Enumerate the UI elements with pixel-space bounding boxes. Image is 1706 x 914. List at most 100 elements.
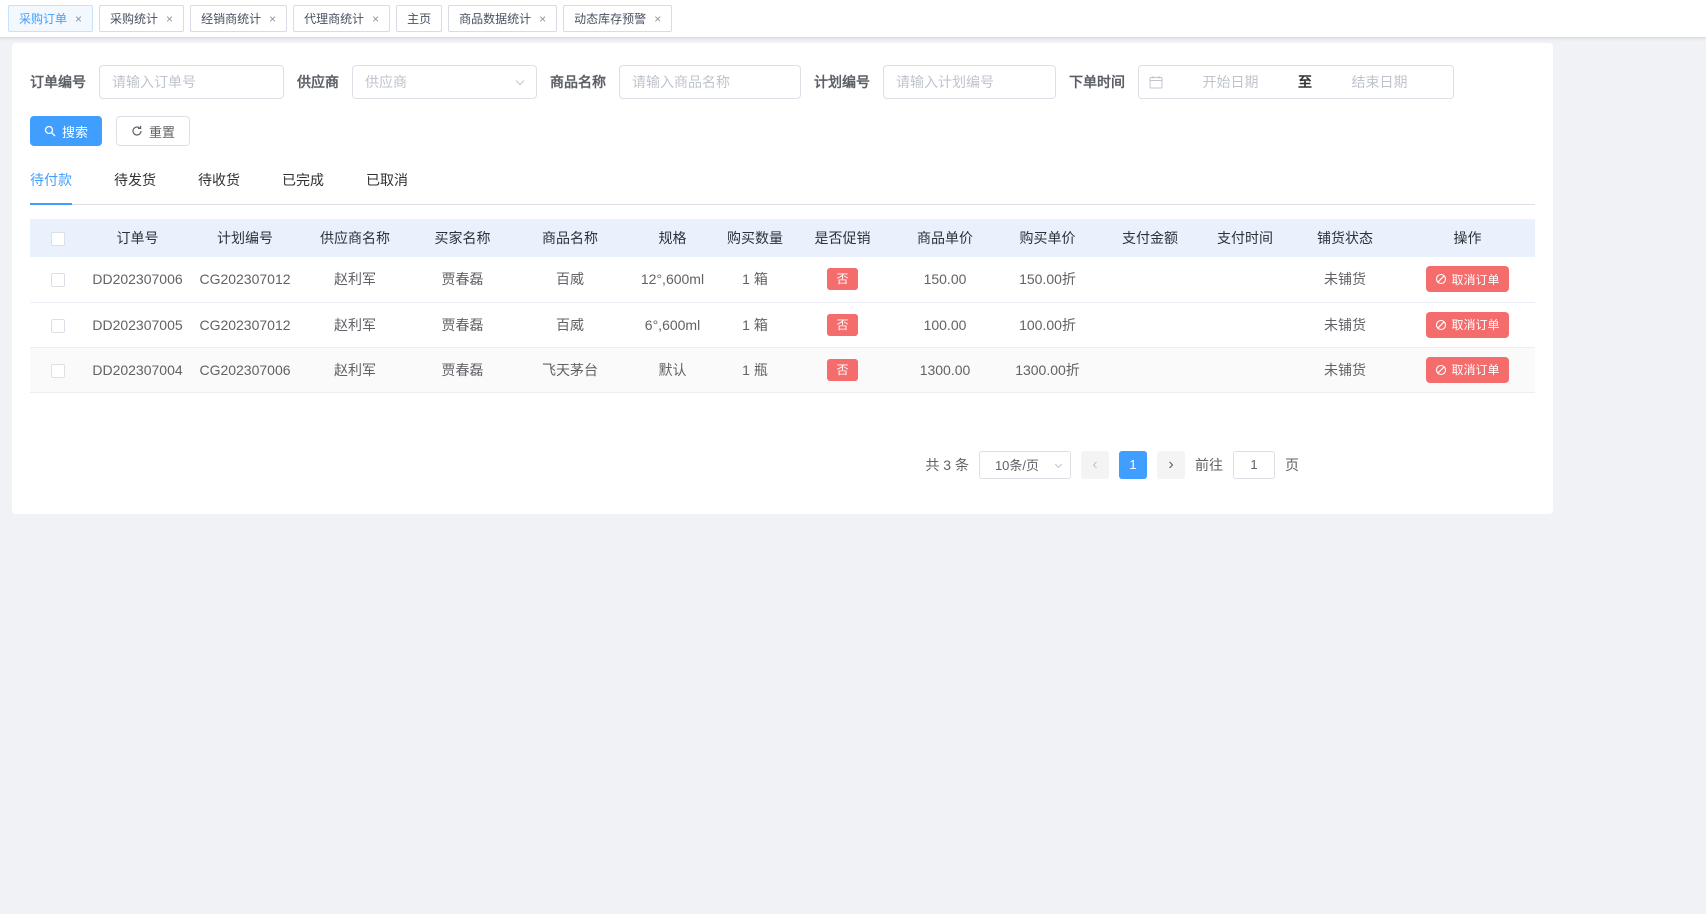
close-icon[interactable]: × [372, 13, 379, 25]
promotion-badge: 否 [827, 359, 857, 381]
tab-pending-payment[interactable]: 待付款 [30, 170, 72, 204]
order-no-label: 订单编号 [30, 72, 86, 92]
cell-checkbox [30, 257, 85, 302]
plan-no-input[interactable] [883, 65, 1056, 99]
cell-pay-amount [1100, 302, 1200, 347]
tab-product-data-stats[interactable]: 商品数据统计 × [448, 5, 557, 32]
cell-buy-price: 150.00折 [995, 257, 1100, 302]
cell-promotion: 否 [790, 257, 895, 302]
tab-cancelled[interactable]: 已取消 [366, 170, 408, 204]
order-no-input[interactable] [99, 65, 284, 99]
cell-qty: 1 箱 [720, 257, 790, 302]
page-number-1[interactable]: 1 [1119, 451, 1147, 479]
cell-checkbox [30, 347, 85, 392]
cell-unit-price: 100.00 [895, 302, 995, 347]
row-checkbox[interactable] [51, 273, 65, 287]
cell-buyer: 贾春磊 [410, 257, 515, 302]
search-icon [44, 125, 56, 137]
cell-supplier: 赵利军 [300, 347, 410, 392]
chevron-down-icon [516, 77, 524, 85]
tab-label: 代理商统计 [304, 10, 364, 27]
tab-label: 商品数据统计 [459, 10, 531, 27]
cell-buyer: 贾春磊 [410, 302, 515, 347]
table-row: DD202307006 CG202307012 赵利军 贾春磊 百威 12°,6… [30, 257, 1535, 302]
cell-order-no: DD202307005 [85, 302, 190, 347]
tab-completed[interactable]: 已完成 [282, 170, 324, 204]
page-size-select[interactable]: 10条/页 [979, 451, 1071, 479]
next-page-button[interactable]: › [1157, 451, 1185, 479]
close-icon[interactable]: × [539, 13, 546, 25]
tab-pending-receipt[interactable]: 待收货 [198, 170, 240, 204]
cell-product: 百威 [515, 257, 625, 302]
cell-pay-time [1200, 257, 1290, 302]
cell-buyer: 贾春磊 [410, 347, 515, 392]
start-date-placeholder[interactable]: 开始日期 [1167, 72, 1294, 92]
select-all-checkbox[interactable] [51, 232, 65, 246]
supplier-select-placeholder: 供应商 [365, 72, 407, 92]
cell-supplier: 赵利军 [300, 257, 410, 302]
cell-product: 百威 [515, 302, 625, 347]
supplier-label: 供应商 [297, 72, 339, 92]
tab-purchase-order[interactable]: 采购订单 × [8, 5, 93, 32]
cell-unit-price: 1300.00 [895, 347, 995, 392]
table-row: DD202307004 CG202307006 赵利军 贾春磊 飞天茅台 默认 … [30, 347, 1535, 392]
end-date-placeholder[interactable]: 结束日期 [1316, 72, 1443, 92]
search-button[interactable]: 搜索 [30, 116, 102, 146]
cell-plan-no: CG202307012 [190, 302, 300, 347]
col-stock-status: 铺货状态 [1290, 219, 1400, 257]
tab-pending-shipment[interactable]: 待发货 [114, 170, 156, 204]
total-count: 共 3 条 [925, 455, 969, 475]
row-checkbox[interactable] [51, 364, 65, 378]
pagination: 共 3 条 10条/页 ‹ 1 › 前往 页 [30, 451, 1535, 479]
calendar-icon [1149, 75, 1163, 89]
table-row: DD202307005 CG202307012 赵利军 贾春磊 百威 6°,60… [30, 302, 1535, 347]
tab-dealer-stats[interactable]: 经销商统计 × [190, 5, 287, 32]
cell-actions: 取消订单 [1400, 302, 1535, 347]
cancel-order-button[interactable]: 取消订单 [1426, 266, 1508, 292]
orders-table: 订单号 计划编号 供应商名称 买家名称 商品名称 规格 购买数量 是否促销 商品… [30, 219, 1535, 393]
cell-buy-price: 100.00折 [995, 302, 1100, 347]
col-unit-price: 商品单价 [895, 219, 995, 257]
refresh-icon [131, 125, 143, 137]
goto-page-input[interactable] [1233, 451, 1275, 479]
tab-label: 动态库存预警 [574, 10, 646, 27]
promotion-badge: 否 [827, 314, 857, 336]
promotion-badge: 否 [827, 268, 857, 290]
order-time-range-picker[interactable]: 开始日期 至 结束日期 [1138, 65, 1454, 99]
close-icon[interactable]: × [654, 13, 661, 25]
prev-page-button[interactable]: ‹ [1081, 451, 1109, 479]
col-pay-amount: 支付金额 [1100, 219, 1200, 257]
product-name-input[interactable] [619, 65, 801, 99]
cell-promotion: 否 [790, 347, 895, 392]
date-range-separator: 至 [1298, 72, 1312, 92]
row-checkbox[interactable] [51, 319, 65, 333]
order-status-tabs: 待付款 待发货 待收货 已完成 已取消 [30, 170, 1535, 205]
tab-purchase-stats[interactable]: 采购统计 × [99, 5, 184, 32]
close-icon[interactable]: × [75, 13, 82, 25]
cell-promotion: 否 [790, 302, 895, 347]
col-pay-time: 支付时间 [1200, 219, 1290, 257]
close-icon[interactable]: × [269, 13, 276, 25]
cell-product: 飞天茅台 [515, 347, 625, 392]
cell-pay-time [1200, 347, 1290, 392]
tab-stock-warning[interactable]: 动态库存预警 × [563, 5, 672, 32]
cancel-icon [1435, 364, 1447, 376]
tab-label: 采购订单 [19, 10, 67, 27]
cancel-order-button[interactable]: 取消订单 [1426, 357, 1508, 383]
tab-home[interactable]: 主页 [396, 5, 442, 32]
supplier-select[interactable]: 供应商 [352, 65, 537, 99]
cell-stock-status: 未铺货 [1290, 257, 1400, 302]
col-promotion: 是否促销 [790, 219, 895, 257]
cell-qty: 1 箱 [720, 302, 790, 347]
tab-agent-stats[interactable]: 代理商统计 × [293, 5, 390, 32]
cell-order-no: DD202307006 [85, 257, 190, 302]
col-buyer-name: 买家名称 [410, 219, 515, 257]
close-icon[interactable]: × [166, 13, 173, 25]
reset-button[interactable]: 重置 [116, 116, 190, 146]
cell-actions: 取消订单 [1400, 257, 1535, 302]
col-order-no: 订单号 [85, 219, 190, 257]
cell-checkbox [30, 302, 85, 347]
cancel-order-button[interactable]: 取消订单 [1426, 312, 1508, 338]
cancel-icon [1435, 273, 1447, 285]
col-actions: 操作 [1400, 219, 1535, 257]
